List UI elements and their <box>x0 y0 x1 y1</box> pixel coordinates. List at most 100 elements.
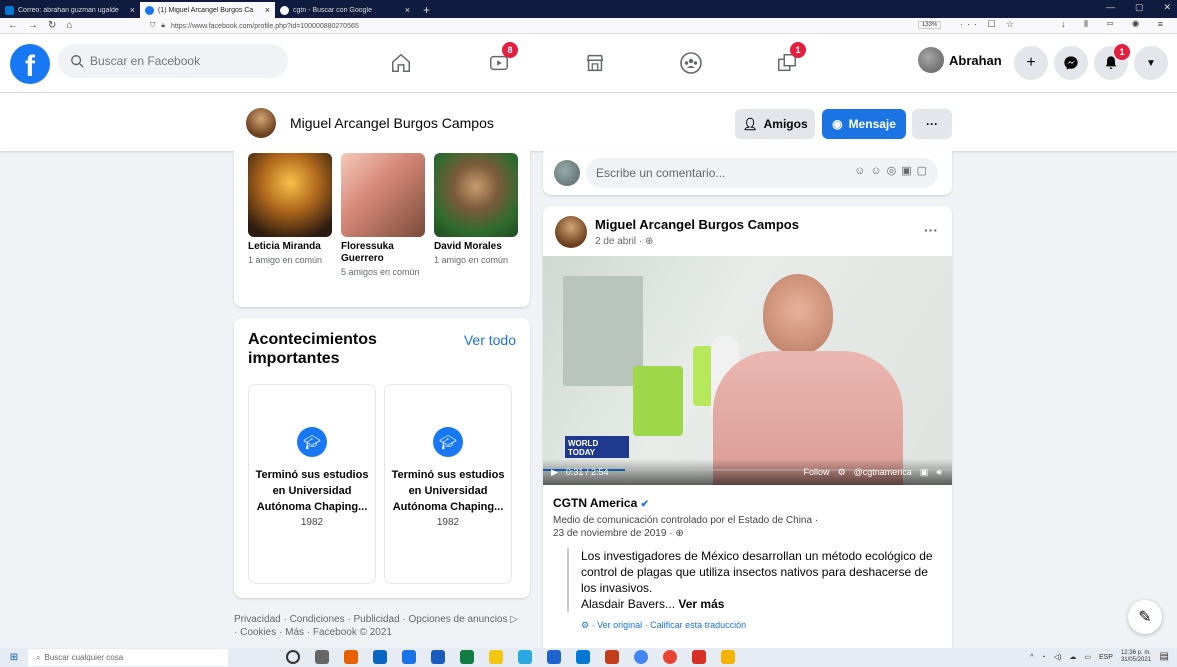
home-nav-icon[interactable] <box>384 46 418 80</box>
display-icon[interactable]: ▭ <box>1084 653 1091 661</box>
friend-photo[interactable] <box>434 153 518 237</box>
comment-placeholder: Escribe un comentario... <box>596 166 726 180</box>
chrome-icon[interactable] <box>634 650 648 664</box>
messenger-button[interactable] <box>1054 46 1088 80</box>
browser-toolbar: ← → ↻ ⌂ ⛉ 🔒︎ https://www.facebook.com/pr… <box>0 18 1177 34</box>
profile-shortcut[interactable]: Abrahan <box>918 47 1002 73</box>
friend-item[interactable]: Floressuka Guerrero 5 amigos en común <box>341 153 425 278</box>
play-icon[interactable]: ▶ <box>551 467 558 478</box>
post-date[interactable]: 2 de abril · ⊕ <box>595 236 653 247</box>
friend-name[interactable]: Floressuka Guerrero <box>341 241 425 265</box>
back-icon[interactable]: ← <box>8 20 18 31</box>
browser-tool-icons[interactable]: ↓ ⫴ ▭ ◉ ≡ <box>1061 19 1171 30</box>
app-icon[interactable] <box>692 650 706 664</box>
marketplace-nav-icon[interactable] <box>578 46 612 80</box>
app-icon[interactable] <box>402 650 416 664</box>
comment-tools-icons[interactable]: ☺☺◎▣▢ <box>854 164 932 177</box>
clock[interactable]: 12:36 p. m. 31/05/2021 <box>1121 650 1151 664</box>
home-icon[interactable]: ⌂ <box>66 20 72 31</box>
search-icon: ⌕ <box>36 652 41 662</box>
volume-icon[interactable]: 🔊︎ <box>936 467 952 478</box>
gaming-nav-icon[interactable]: 1 <box>770 42 806 80</box>
translation-links[interactable]: ⚙ · Ver original · Calificar esta traduc… <box>581 620 942 631</box>
chevron-up-icon[interactable]: ^ <box>1030 654 1033 661</box>
create-button[interactable]: + <box>1014 46 1048 80</box>
close-icon[interactable]: × <box>405 5 410 15</box>
app-icon[interactable] <box>721 650 735 664</box>
page-actions[interactable]: ··· ☐ ☆ <box>960 19 1018 30</box>
notification-center-icon[interactable]: ▤ <box>1160 651 1169 662</box>
file-explorer-icon[interactable] <box>489 650 503 664</box>
new-message-button[interactable]: ✎ <box>1128 600 1162 634</box>
post-options-button[interactable]: ··· <box>924 222 938 238</box>
powerpoint-icon[interactable] <box>605 650 619 664</box>
friends-button[interactable]: 👤︎ Amigos <box>735 109 815 139</box>
account-menu-button[interactable]: ▼ <box>1134 46 1168 80</box>
browser-tab-facebook[interactable]: (1) Miguel Arcangel Burgos Ca × <box>140 2 275 18</box>
facebook-logo[interactable]: f <box>10 44 50 84</box>
firefox-icon[interactable] <box>344 650 358 664</box>
notifications-badge: 1 <box>1114 44 1130 60</box>
volume-icon[interactable]: ◁) <box>1054 653 1062 661</box>
search-box[interactable] <box>58 44 288 78</box>
friend-photo[interactable] <box>341 153 425 237</box>
app-icon[interactable] <box>576 650 590 664</box>
close-icon[interactable]: × <box>265 5 270 15</box>
zoom-level[interactable]: 133% <box>918 21 942 29</box>
video-player[interactable]: WORLD TODAY ▶ 0:31 / 2:54 Follow ⚙ @cgtna… <box>543 256 952 485</box>
message-button[interactable]: ◉ Mensaje <box>822 109 906 139</box>
shared-page-name[interactable]: CGTN America ✔ <box>553 496 942 510</box>
maximize-icon[interactable]: ▢ <box>1135 2 1144 13</box>
graduation-cap-icon: 🎓︎ <box>433 427 463 457</box>
notifications-button[interactable]: 1 <box>1094 44 1130 80</box>
browser-tab-google[interactable]: cgtn - Buscar con Google × <box>275 2 415 18</box>
friend-name[interactable]: David Morales <box>434 241 518 253</box>
friend-name[interactable]: Leticia Miranda <box>248 241 332 253</box>
reload-icon[interactable]: ↻ <box>48 20 56 31</box>
shared-date[interactable]: 23 de noviembre de 2019 · <box>553 528 675 539</box>
groups-nav-icon[interactable] <box>674 46 708 80</box>
app-icon[interactable] <box>663 650 677 664</box>
messenger-icon: ◉ <box>832 117 843 131</box>
network-icon[interactable]: ◔ <box>1041 654 1045 661</box>
browser-tab-mail[interactable]: Correo: abrahan guzman ugalde × <box>0 2 140 18</box>
close-icon[interactable]: × <box>130 5 135 15</box>
app-icon[interactable] <box>518 650 532 664</box>
life-event-item[interactable]: 🎓︎ Terminó sus estudios en Universidad A… <box>384 384 512 584</box>
post-author-avatar[interactable] <box>555 216 587 248</box>
see-more-link[interactable]: Ver más <box>678 597 724 611</box>
more-options-button[interactable]: ··· <box>912 109 952 139</box>
word-icon[interactable] <box>431 650 445 664</box>
see-all-link[interactable]: Ver todo <box>464 332 516 348</box>
cloud-icon[interactable]: ☁ <box>1069 653 1076 661</box>
friend-photo[interactable] <box>248 153 332 237</box>
settings-icon[interactable]: ⚙ <box>838 467 846 478</box>
excel-icon[interactable] <box>460 650 474 664</box>
watch-nav-icon[interactable]: 8 <box>482 42 518 80</box>
cortana-icon[interactable] <box>286 650 300 664</box>
friend-item[interactable]: David Morales 1 amigo en común <box>434 153 518 266</box>
tab-title: Correo: abrahan guzman ugalde <box>18 6 119 14</box>
footer-links[interactable]: Privacidad · Condiciones · Publicidad · … <box>234 613 524 639</box>
minimize-icon[interactable]: — <box>1106 2 1115 13</box>
close-window-icon[interactable]: ✕ <box>1163 2 1171 13</box>
app-icon[interactable] <box>547 650 561 664</box>
event-year: 1982 <box>300 517 324 528</box>
taskbar-search[interactable]: ⌕ Buscar cualquier cosa <box>28 649 228 666</box>
follow-button[interactable]: Follow <box>804 467 830 477</box>
forward-icon[interactable]: → <box>28 20 38 31</box>
friends-label: Amigos <box>763 117 808 131</box>
fullscreen-icon[interactable]: ▣ <box>920 467 929 478</box>
windows-start-icon[interactable]: ⊞ <box>0 652 28 663</box>
life-event-item[interactable]: 🎓︎ Terminó sus estudios en Universidad A… <box>248 384 376 584</box>
address-bar[interactable]: ⛉ 🔒︎ https://www.facebook.com/profile.ph… <box>150 20 917 32</box>
task-view-icon[interactable] <box>315 650 329 664</box>
profile-name[interactable]: Miguel Arcangel Burgos Campos <box>290 115 494 131</box>
search-input[interactable] <box>90 54 270 68</box>
new-tab-button[interactable]: + <box>415 2 438 18</box>
language-indicator[interactable]: ESP <box>1099 654 1113 661</box>
app-icon[interactable] <box>373 650 387 664</box>
profile-avatar[interactable] <box>246 108 276 138</box>
friend-item[interactable]: Leticia Miranda 1 amigo en común <box>248 153 332 266</box>
post-author[interactable]: Miguel Arcangel Burgos Campos <box>595 217 799 232</box>
